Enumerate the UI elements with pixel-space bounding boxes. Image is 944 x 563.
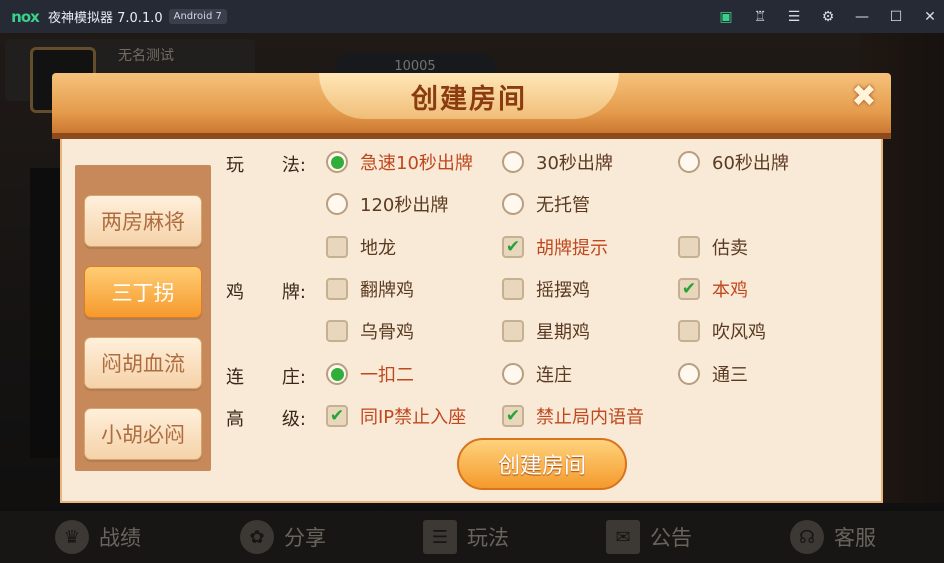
row-label-play: 玩法: <box>226 155 306 176</box>
option-dilong[interactable]: 地龙 <box>326 235 396 259</box>
dialog-title: 创建房间 <box>411 83 527 115</box>
app-title: 夜神模拟器 7.0.1.0 <box>48 11 163 26</box>
option-same-ip[interactable]: 同IP禁止入座 <box>326 404 466 428</box>
checkbox-checked-icon <box>502 236 524 258</box>
option-label: 地龙 <box>360 238 396 259</box>
mode-list: 两房麻将 三丁拐 闷胡血流 小胡必闷 <box>75 165 211 471</box>
option-label: 30秒出牌 <box>536 153 613 174</box>
option-label: 同IP禁止入座 <box>360 407 467 428</box>
checkbox-icon <box>326 320 348 342</box>
close-dialog-button[interactable]: ✖ <box>847 78 881 114</box>
create-room-button[interactable]: 创建房间 <box>457 438 627 490</box>
option-label: 星期鸡 <box>536 322 590 343</box>
radio-icon <box>502 151 524 173</box>
option-tongsan[interactable]: 通三 <box>678 362 748 386</box>
checkbox-icon <box>326 278 348 300</box>
option-label: 翻牌鸡 <box>360 280 414 301</box>
option-label: 120秒出牌 <box>360 195 449 216</box>
option-lianzhuang[interactable]: 连庄 <box>502 362 572 386</box>
radio-icon <box>678 363 700 385</box>
maximize-icon[interactable]: ☐ <box>888 9 904 25</box>
option-label: 一扣二 <box>360 365 414 386</box>
option-label: 连庄 <box>536 365 572 386</box>
nox-logo: nox <box>11 7 40 26</box>
create-room-dialog: 创建房间 ✖ 两房麻将 三丁拐 闷胡血流 小胡必闷 玩法: 鸡牌: 连庄: 高级… <box>52 73 891 503</box>
minimize-icon[interactable]: — <box>854 9 870 25</box>
mode-button-liangfang[interactable]: 两房麻将 <box>84 195 202 247</box>
radio-selected-icon <box>326 151 348 173</box>
option-label: 乌骨鸡 <box>360 322 414 343</box>
radio-icon <box>326 193 348 215</box>
checkbox-checked-icon <box>502 405 524 427</box>
option-label: 本鸡 <box>712 280 748 301</box>
menu-icon[interactable]: ☰ <box>786 9 802 25</box>
option-60s[interactable]: 60秒出牌 <box>678 150 789 174</box>
checkbox-icon <box>326 236 348 258</box>
option-label: 吹风鸡 <box>712 322 766 343</box>
option-benji[interactable]: 本鸡 <box>678 277 748 301</box>
mode-button-xiaohu[interactable]: 小胡必闷 <box>84 408 202 460</box>
option-no-voice[interactable]: 禁止局内语音 <box>502 404 644 428</box>
checkbox-checked-icon <box>678 278 700 300</box>
option-label: 估卖 <box>712 238 748 259</box>
option-yaobai[interactable]: 摇摆鸡 <box>502 277 590 301</box>
option-fanpai[interactable]: 翻牌鸡 <box>326 277 414 301</box>
radio-icon <box>502 363 524 385</box>
dialog-header: 创建房间 ✖ <box>52 73 891 139</box>
checkbox-icon <box>502 320 524 342</box>
option-yikouer[interactable]: 一扣二 <box>326 362 414 386</box>
radio-icon <box>502 193 524 215</box>
option-gumai[interactable]: 估卖 <box>678 235 748 259</box>
option-fast10[interactable]: 急速10秒出牌 <box>326 150 473 174</box>
option-30s[interactable]: 30秒出牌 <box>502 150 613 174</box>
close-window-icon[interactable]: ✕ <box>922 9 938 25</box>
option-label: 急速10秒出牌 <box>360 153 473 174</box>
option-hint[interactable]: 胡牌提示 <box>502 235 608 259</box>
mode-button-sandingguai[interactable]: 三丁拐 <box>84 266 202 318</box>
store-icon[interactable]: ▣ <box>718 9 734 25</box>
radio-icon <box>678 151 700 173</box>
mode-button-menhu[interactable]: 闷胡血流 <box>84 337 202 389</box>
option-label: 通三 <box>712 365 748 386</box>
option-chuifeng[interactable]: 吹风鸡 <box>678 319 766 343</box>
row-label-banker: 连庄: <box>226 367 306 388</box>
option-xingqi[interactable]: 星期鸡 <box>502 319 590 343</box>
option-label: 胡牌提示 <box>536 238 608 259</box>
row-label-chicken: 鸡牌: <box>226 282 306 303</box>
option-label: 无托管 <box>536 195 590 216</box>
radio-selected-icon <box>326 363 348 385</box>
close-icon: ✖ <box>851 78 877 114</box>
option-120s[interactable]: 120秒出牌 <box>326 192 448 216</box>
option-label: 60秒出牌 <box>712 153 789 174</box>
option-label: 禁止局内语音 <box>536 407 644 428</box>
checkbox-icon <box>678 320 700 342</box>
option-wugu[interactable]: 乌骨鸡 <box>326 319 414 343</box>
checkbox-checked-icon <box>326 405 348 427</box>
option-no-auto[interactable]: 无托管 <box>502 192 590 216</box>
title-tab: 创建房间 <box>319 73 619 119</box>
emulator-titlebar: nox 夜神模拟器 7.0.1.0 Android 7 ▣ ♖ ☰ ⚙ — ☐ … <box>0 0 944 33</box>
settings-icon[interactable]: ⚙ <box>820 9 836 25</box>
checkbox-icon <box>502 278 524 300</box>
option-label: 摇摆鸡 <box>536 280 590 301</box>
shirt-icon[interactable]: ♖ <box>752 9 768 25</box>
row-label-advanced: 高级: <box>226 409 306 430</box>
checkbox-icon <box>678 236 700 258</box>
android-version-badge: Android 7 <box>168 9 227 24</box>
